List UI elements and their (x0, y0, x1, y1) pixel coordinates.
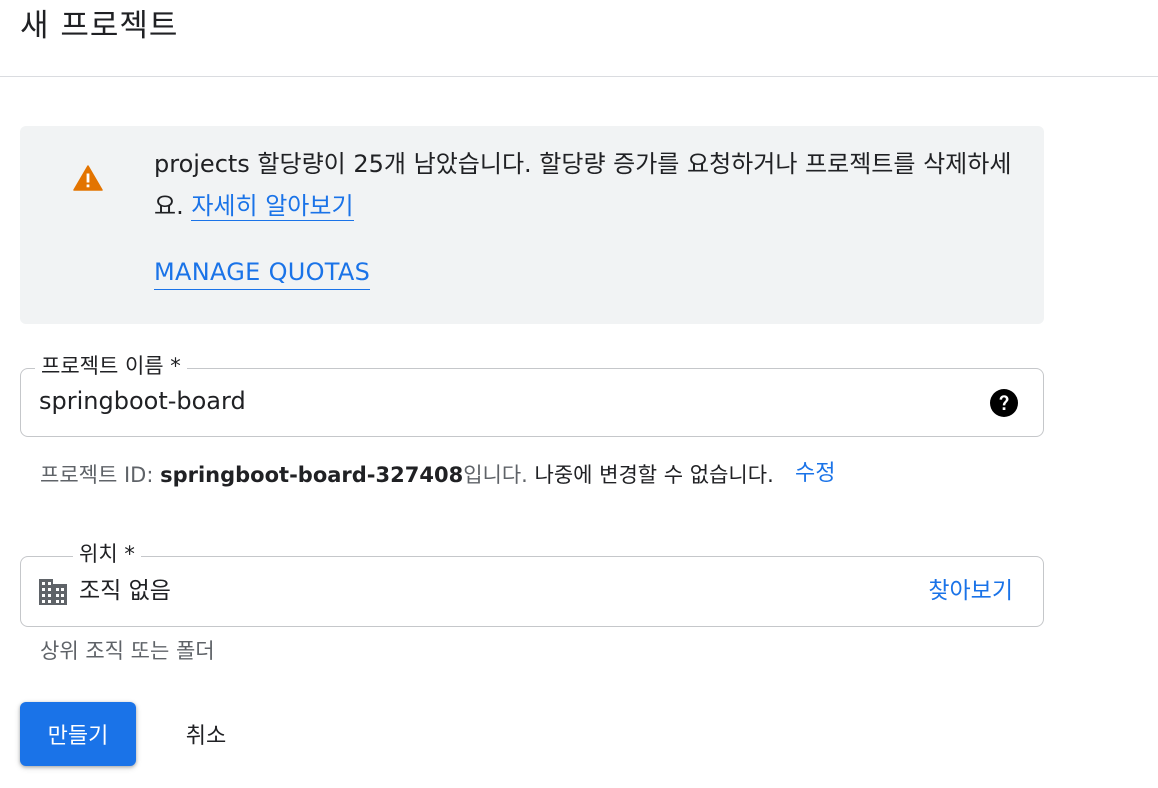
location-label: 위치 * (73, 539, 141, 569)
project-id-info: 프로젝트 ID: springboot-board-327408입니다. 나중에… (40, 460, 774, 490)
create-button[interactable]: 만들기 (20, 702, 136, 766)
manage-quotas-link[interactable]: MANAGE QUOTAS (154, 255, 371, 290)
warning-icon (73, 165, 103, 191)
page-title: 새 프로젝트 (20, 8, 179, 44)
cancel-button[interactable]: 취소 (166, 702, 246, 766)
learn-more-link[interactable]: 자세히 알아보기 (191, 192, 354, 221)
quota-message: projects 할당량이 25개 남았습니다. 할당량 증가를 요청하거나 프… (154, 143, 1020, 227)
location-hint: 상위 조직 또는 폴더 (40, 639, 215, 663)
help-icon[interactable] (989, 388, 1019, 418)
project-id-suffix: 입니다. (463, 463, 528, 487)
building-icon (39, 579, 67, 605)
browse-button[interactable]: 찾아보기 (928, 575, 1013, 607)
new-project-page: 새 프로젝트 projects 할당량이 25개 남았습니다. 할당량 증가를 … (0, 0, 1158, 788)
header-divider (0, 76, 1158, 77)
project-name-input[interactable] (39, 384, 939, 418)
project-id-prefix: 프로젝트 ID: (40, 463, 161, 487)
project-name-field[interactable]: 프로젝트 이름 * (20, 351, 1044, 437)
project-id-note: 나중에 변경할 수 없습니다. (527, 463, 774, 487)
edit-project-id-link[interactable]: 수정 (795, 459, 835, 489)
location-field: 위치 * 조직 없음 찾아보기 (20, 539, 1044, 627)
project-id-value: springboot-board-327408 (160, 463, 464, 487)
project-name-label: 프로젝트 이름 * (35, 351, 187, 381)
location-value: 조직 없음 (79, 578, 171, 604)
